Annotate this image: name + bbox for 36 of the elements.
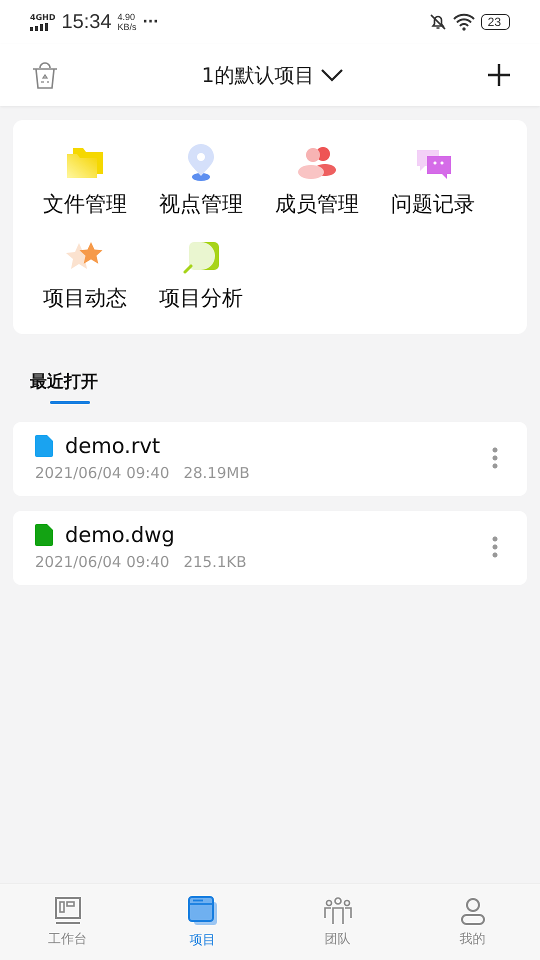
module-button[interactable]: 问题记录	[375, 144, 491, 218]
speed-value: 4.90	[118, 12, 136, 22]
clock: 15:34	[61, 10, 112, 34]
file-card[interactable]: demo.dwg 2021/06/04 09:40 215.1KB	[13, 511, 527, 585]
more-options-icon[interactable]	[491, 447, 499, 469]
muted-bell-icon	[428, 13, 447, 31]
file-card[interactable]: demo.rvt 2021/06/04 09:40 28.19MB	[13, 422, 527, 496]
team-icon	[322, 896, 354, 926]
title-underline	[50, 401, 90, 404]
members-icon	[297, 144, 337, 182]
file-size: 28.19MB	[183, 464, 250, 482]
file-name: demo.rvt	[65, 434, 160, 458]
file-name: demo.dwg	[65, 523, 175, 547]
file-date: 2021/06/04 09:40	[35, 553, 170, 571]
signal-icon	[30, 23, 50, 31]
more-options-icon[interactable]	[491, 536, 499, 558]
network-label: 4GHD	[30, 13, 56, 22]
dashboard-icon	[52, 896, 82, 926]
module-button[interactable]: 项目分析	[143, 238, 259, 312]
project-selector[interactable]: 1的默认项目	[202, 62, 344, 88]
recycle-bin-icon[interactable]	[30, 60, 60, 90]
battery-indicator: 23	[480, 14, 510, 30]
more-notifications: ···	[142, 14, 159, 30]
module-button[interactable]: 视点管理	[143, 144, 259, 218]
add-icon[interactable]	[486, 62, 512, 88]
module-button[interactable]: 文件管理	[27, 144, 143, 218]
nav-tab[interactable]: 项目	[135, 884, 270, 960]
project-windows-icon	[186, 895, 218, 927]
file-size: 215.1KB	[183, 553, 247, 571]
speed-unit: KB/s	[118, 22, 137, 32]
section-title: 最近打开	[30, 371, 98, 393]
file-date: 2021/06/04 09:40	[35, 464, 170, 482]
module-button[interactable]: 项目动态	[27, 238, 143, 312]
module-button[interactable]: 成员管理	[259, 144, 375, 218]
chevron-down-icon	[320, 68, 344, 82]
wifi-icon	[452, 13, 475, 31]
